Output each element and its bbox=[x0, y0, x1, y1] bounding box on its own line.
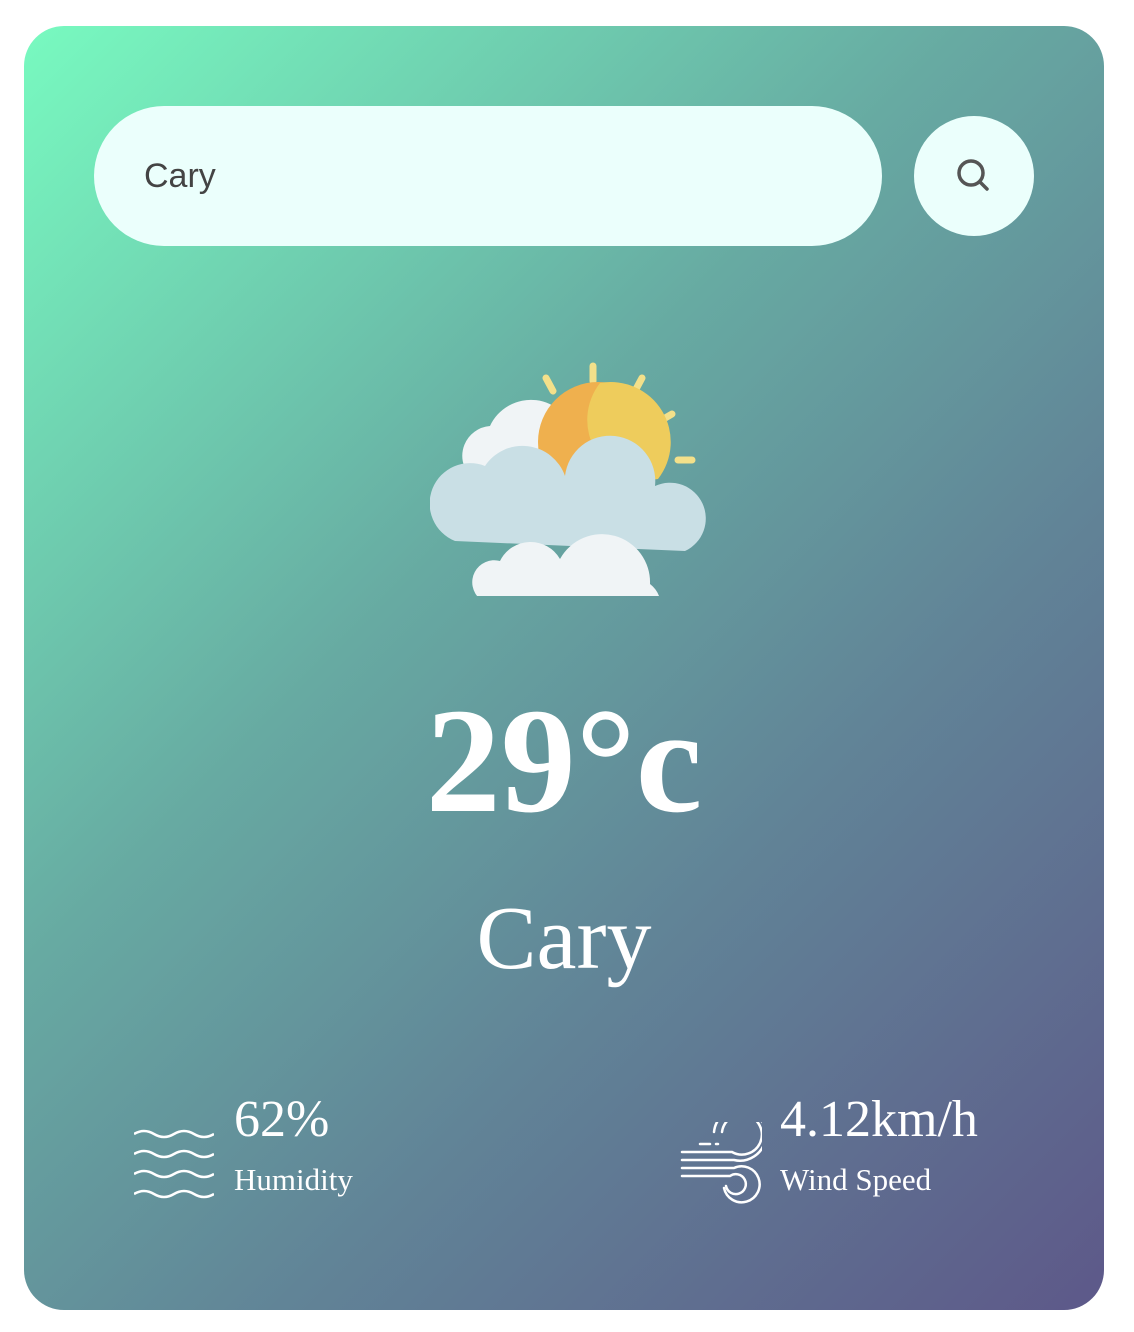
wind-label: Wind Speed bbox=[780, 1162, 932, 1197]
wind-icon bbox=[680, 1122, 762, 1204]
city-search-input[interactable] bbox=[94, 106, 882, 246]
partly-cloudy-icon bbox=[430, 362, 706, 596]
wind-stat: 4.12km/h Wind Speed bbox=[680, 1094, 978, 1204]
search-icon bbox=[957, 159, 989, 191]
water-waves-icon bbox=[134, 1129, 214, 1199]
humidity-stat: 62% Humidity bbox=[134, 1094, 353, 1204]
humidity-label: Humidity bbox=[234, 1162, 353, 1197]
search-button[interactable] bbox=[914, 116, 1034, 236]
temperature: 29°c bbox=[425, 678, 703, 844]
wind-value: 4.12km/h bbox=[780, 1091, 978, 1148]
weather-card: 29°c Cary 62% Humidity 4.12km/h Wind Spe… bbox=[24, 26, 1104, 1310]
city-name: Cary bbox=[476, 889, 652, 988]
humidity-value: 62% bbox=[234, 1091, 330, 1148]
